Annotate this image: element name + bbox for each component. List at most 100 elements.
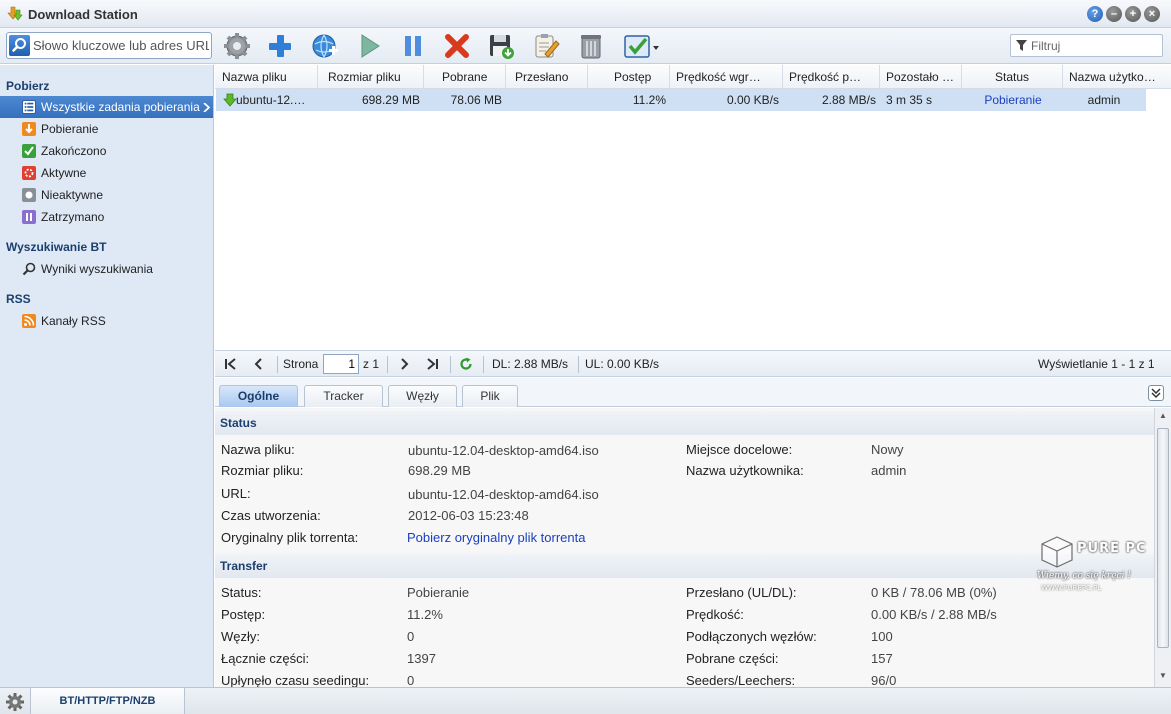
sidebar-section-bt-search: Wyszukiwanie BT — [6, 240, 107, 254]
collapse-panel-button[interactable] — [1148, 385, 1164, 401]
cell-file-name: ubuntu-12.… — [236, 93, 306, 107]
add-url-button[interactable] — [310, 31, 340, 61]
tab-tracker[interactable]: Tracker — [304, 385, 383, 407]
upload-speed-total: UL: 0.00 KB/s — [585, 357, 660, 371]
value-seeders-leechers: 96/0 — [871, 673, 897, 687]
refresh-button[interactable] — [458, 356, 474, 372]
download-station-icon — [7, 6, 23, 21]
column-header-uploaded[interactable]: Przesłano — [506, 65, 588, 89]
sidebar-item-paused[interactable]: Zatrzymano — [0, 206, 213, 228]
minimize-button[interactable]: – — [1106, 6, 1122, 22]
value-progress: 11.2% — [407, 607, 443, 622]
details-scrollbar[interactable]: ▲ ▼ — [1154, 408, 1171, 687]
cell-uploaded — [506, 89, 584, 111]
scroll-up-arrow-icon[interactable]: ▲ — [1157, 410, 1169, 422]
settings-gear-button[interactable] — [222, 31, 252, 61]
sidebar-item-rss-feeds[interactable]: Kanały RSS — [0, 310, 213, 332]
tab-bt-http-ftp-nzb[interactable]: BT/HTTP/FTP/NZB — [30, 688, 185, 714]
grid-header: Nazwa pliku Rozmiar pliku Pobrane Przesł… — [215, 65, 1171, 89]
value-url: ubuntu-12.04-desktop-amd64.iso — [408, 487, 599, 502]
divider — [387, 356, 388, 373]
cell-upload-speed: 0.00 KB/s — [726, 93, 779, 107]
pause-icon — [405, 36, 421, 56]
select-dropdown-button[interactable] — [622, 31, 662, 61]
search-box — [6, 32, 212, 59]
label-seeders-leechers: Seeders/Leechers: — [686, 673, 796, 687]
status-section: Nazwa pliku: ubuntu-12.04-desktop-amd64.… — [215, 435, 1154, 551]
download-torrent-link[interactable]: Pobierz oryginalny plik torrenta — [407, 530, 585, 545]
delete-button[interactable] — [442, 31, 472, 61]
column-header-status[interactable]: Status — [962, 65, 1063, 89]
resume-button[interactable] — [354, 31, 384, 61]
chevron-left-icon — [254, 358, 262, 370]
edit-button[interactable] — [531, 31, 561, 61]
sidebar-item-finished[interactable]: Zakończono — [0, 140, 213, 162]
column-header-download-speed[interactable]: Prędkość p… — [783, 65, 880, 89]
details-panel: Status Nazwa pliku: ubuntu-12.04-desktop… — [215, 408, 1154, 687]
cube-logo-icon — [1041, 536, 1073, 568]
column-header-downloaded[interactable]: Pobrane — [424, 65, 506, 89]
value-destination: Nowy — [871, 442, 904, 457]
label-created: Czas utworzenia: — [221, 508, 321, 523]
label-seeding-time: Upłynęło czasu seedingu: — [221, 673, 370, 687]
check-icon — [22, 144, 36, 158]
page-label: Strona — [283, 357, 319, 371]
sidebar-item-label: Zatrzymano — [41, 210, 105, 224]
inactive-icon — [22, 188, 36, 202]
column-header-user-name[interactable]: Nazwa użytko… — [1063, 65, 1171, 89]
value-total-pieces: 1397 — [407, 651, 436, 666]
search-input[interactable] — [33, 37, 209, 54]
sidebar-item-label: Wszystkie zadania pobierania — [41, 100, 200, 114]
paused-icon — [22, 210, 36, 224]
help-button[interactable]: ? — [1087, 6, 1103, 22]
play-icon — [361, 34, 380, 58]
maximize-button[interactable]: + — [1125, 6, 1141, 22]
first-page-button[interactable] — [223, 356, 239, 372]
watermark-brand: PURE PC — [1077, 541, 1147, 556]
close-button[interactable]: × — [1144, 6, 1160, 22]
tab-general[interactable]: Ogólne — [219, 385, 298, 407]
label-status: Status: — [221, 585, 262, 600]
value-status: Pobieranie — [407, 585, 470, 600]
bottom-bar: BT/HTTP/FTP/NZB — [0, 687, 1171, 714]
sidebar-section-rss: RSS — [6, 292, 31, 306]
value-created: 2012-06-03 15:23:48 — [408, 508, 529, 523]
column-header-file-name[interactable]: Nazwa pliku — [215, 65, 318, 89]
next-page-button[interactable] — [396, 356, 412, 372]
value-downloaded-pieces: 157 — [871, 651, 893, 666]
pause-button[interactable] — [398, 31, 428, 61]
sidebar-item-downloading[interactable]: Pobieranie — [0, 118, 213, 140]
sidebar-item-active[interactable]: Aktywne — [0, 162, 213, 184]
settings-button[interactable] — [5, 692, 25, 712]
filter-input[interactable] — [1031, 38, 1159, 53]
value-file-size: 698.29 MB — [408, 463, 471, 478]
previous-page-button[interactable] — [251, 356, 267, 372]
sidebar-item-inactive[interactable]: Nieaktywne — [0, 184, 213, 206]
scroll-down-arrow-icon[interactable]: ▼ — [1157, 670, 1169, 682]
active-icon — [22, 166, 36, 180]
column-header-progress[interactable]: Postęp — [588, 65, 670, 89]
sidebar-item-search-results[interactable]: Wyniki wyszukiwania — [0, 258, 213, 280]
sidebar-item-all-tasks[interactable]: Wszystkie zadania pobierania — [0, 96, 213, 118]
column-header-remaining[interactable]: Pozostało … — [880, 65, 962, 89]
add-task-button[interactable] — [265, 31, 295, 61]
tab-file[interactable]: Plik — [462, 385, 518, 407]
app-title: Download Station — [28, 7, 138, 22]
tab-peers[interactable]: Węzły — [388, 385, 457, 407]
label-speed: Prędkość: — [686, 607, 744, 622]
label-destination: Miejsce docelowe: — [686, 442, 793, 457]
search-icon[interactable] — [9, 35, 30, 56]
save-button[interactable] — [486, 31, 516, 61]
scroll-thumb[interactable] — [1157, 428, 1169, 648]
page-number-input[interactable] — [323, 354, 359, 374]
cell-progress: 11.2% — [632, 93, 666, 107]
sidebar-item-label: Wyniki wyszukiwania — [41, 262, 153, 276]
sidebar-item-label: Pobieranie — [41, 122, 99, 136]
last-page-button[interactable] — [424, 356, 440, 372]
column-header-upload-speed[interactable]: Prędkość wgr… — [670, 65, 783, 89]
column-header-file-size[interactable]: Rozmiar pliku — [318, 65, 424, 89]
value-peers: 0 — [407, 629, 415, 644]
task-grid: Nazwa pliku Rozmiar pliku Pobrane Przesł… — [215, 65, 1171, 350]
clear-completed-button[interactable] — [576, 31, 606, 61]
table-row[interactable]: ubuntu-12.… 698.29 MB 78.06 MB 11.2% 0.0… — [216, 89, 1146, 111]
